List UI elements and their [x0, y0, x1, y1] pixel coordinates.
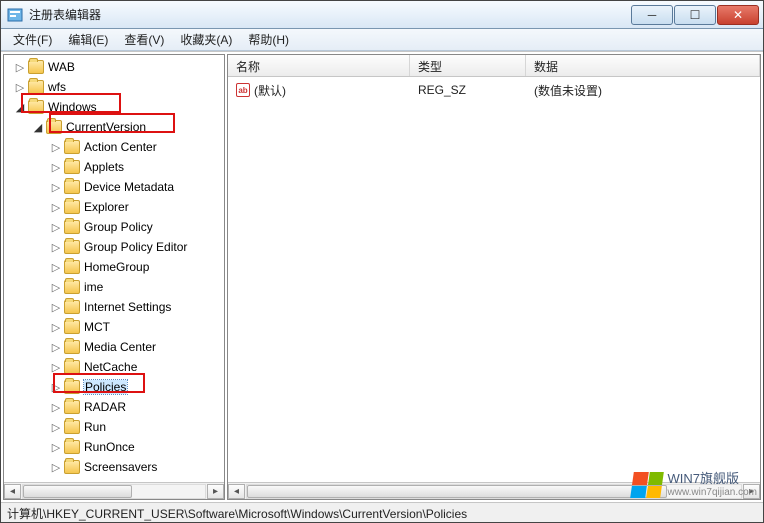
tree-item[interactable]: ▷Device Metadata	[4, 177, 224, 197]
col-header-type[interactable]: 类型	[410, 55, 526, 76]
chevron-right-icon[interactable]: ▷	[50, 361, 62, 373]
tree-item-policies[interactable]: ▷Policies	[4, 377, 224, 397]
value-type: REG_SZ	[410, 83, 526, 97]
watermark: WIN7旗舰版 www.win7qijian.com	[632, 472, 757, 498]
list-columns: 名称 类型 数据	[228, 55, 760, 77]
chevron-down-icon[interactable]: ◢	[32, 121, 44, 133]
folder-icon	[28, 80, 44, 94]
chevron-right-icon[interactable]: ▷	[50, 201, 62, 213]
folder-icon	[28, 60, 44, 74]
chevron-right-icon[interactable]: ▷	[50, 341, 62, 353]
tree-hscrollbar[interactable]: ◂ ▸	[4, 482, 224, 499]
regedit-icon	[7, 7, 23, 23]
chevron-right-icon[interactable]: ▷	[14, 61, 26, 73]
chevron-right-icon[interactable]: ▷	[50, 301, 62, 313]
list-pane: 名称 类型 数据 ab (默认) REG_SZ (数值未设置) ◂ ▸	[227, 54, 761, 500]
scroll-left-icon[interactable]: ◂	[4, 484, 21, 499]
tree-item[interactable]: ▷HomeGroup	[4, 257, 224, 277]
window-title: 注册表编辑器	[29, 6, 631, 23]
close-button[interactable]: ✕	[717, 5, 759, 25]
chevron-right-icon[interactable]: ▷	[50, 261, 62, 273]
folder-icon	[64, 300, 80, 314]
chevron-right-icon[interactable]: ▷	[14, 81, 26, 93]
folder-icon	[64, 400, 80, 414]
folder-icon	[64, 420, 80, 434]
col-header-name[interactable]: 名称	[228, 55, 410, 76]
chevron-right-icon[interactable]: ▷	[50, 321, 62, 333]
tree-item[interactable]: ▷ime	[4, 277, 224, 297]
folder-icon	[64, 180, 80, 194]
chevron-right-icon[interactable]: ▷	[50, 441, 62, 453]
tree-item[interactable]: ▷MCT	[4, 317, 224, 337]
tree-item[interactable]: ▷Media Center	[4, 337, 224, 357]
maximize-button[interactable]: ☐	[674, 5, 716, 25]
chevron-right-icon[interactable]: ▷	[50, 421, 62, 433]
tree-item[interactable]: ▷Explorer	[4, 197, 224, 217]
value-name: (默认)	[254, 82, 286, 99]
value-data: (数值未设置)	[526, 82, 610, 99]
windows-flag-icon	[630, 472, 664, 498]
status-bar: 计算机\HKEY_CURRENT_USER\Software\Microsoft…	[1, 502, 763, 522]
folder-icon	[64, 460, 80, 474]
tree-item[interactable]: ▷RunOnce	[4, 437, 224, 457]
chevron-right-icon[interactable]: ▷	[50, 161, 62, 173]
chevron-down-icon[interactable]: ◢	[14, 101, 26, 113]
tree-item[interactable]: ▷WAB	[4, 57, 224, 77]
folder-icon	[64, 240, 80, 254]
menu-favorites[interactable]: 收藏夹(A)	[172, 29, 240, 50]
chevron-right-icon[interactable]: ▷	[50, 241, 62, 253]
watermark-url: www.win7qijian.com	[668, 487, 757, 498]
chevron-right-icon[interactable]: ▷	[50, 401, 62, 413]
folder-icon	[64, 340, 80, 354]
tree-item[interactable]: ▷Screensavers	[4, 457, 224, 477]
tree-item[interactable]: ▷Group Policy Editor	[4, 237, 224, 257]
col-header-data[interactable]: 数据	[526, 55, 760, 76]
tree-item[interactable]: ▷Action Center	[4, 137, 224, 157]
chevron-right-icon[interactable]: ▷	[50, 221, 62, 233]
folder-icon	[64, 220, 80, 234]
folder-icon	[64, 320, 80, 334]
folder-icon	[64, 280, 80, 294]
tree-item[interactable]: ▷Applets	[4, 157, 224, 177]
list-row[interactable]: ab (默认) REG_SZ (数值未设置)	[228, 81, 760, 99]
reg-string-icon: ab	[236, 83, 250, 97]
menu-help[interactable]: 帮助(H)	[240, 29, 297, 50]
tree-item[interactable]: ▷Internet Settings	[4, 297, 224, 317]
folder-icon	[64, 260, 80, 274]
folder-icon	[28, 100, 44, 114]
folder-icon	[64, 160, 80, 174]
chevron-right-icon[interactable]: ▷	[50, 141, 62, 153]
tree-item[interactable]: ▷RADAR	[4, 397, 224, 417]
tree-item[interactable]: ▷Run	[4, 417, 224, 437]
menu-edit[interactable]: 编辑(E)	[60, 29, 116, 50]
folder-icon	[46, 120, 62, 134]
menu-view[interactable]: 查看(V)	[116, 29, 172, 50]
chevron-right-icon[interactable]: ▷	[50, 461, 62, 473]
menubar: 文件(F) 编辑(E) 查看(V) 收藏夹(A) 帮助(H)	[1, 29, 763, 51]
folder-icon	[64, 140, 80, 154]
tree-item-currentversion[interactable]: ◢CurrentVersion	[4, 117, 224, 137]
chevron-right-icon[interactable]: ▷	[50, 281, 62, 293]
minimize-button[interactable]: ─	[631, 5, 673, 25]
tree-item[interactable]: ▷NetCache	[4, 357, 224, 377]
scroll-left-icon[interactable]: ◂	[228, 484, 245, 499]
tree-item-windows[interactable]: ◢Windows	[4, 97, 224, 117]
scroll-right-icon[interactable]: ▸	[207, 484, 224, 499]
tree-item[interactable]: ▷wfs	[4, 77, 224, 97]
folder-icon	[64, 440, 80, 454]
watermark-label: WIN7旗舰版	[668, 472, 757, 486]
tree-pane: ▷WAB ▷wfs ◢Windows ◢CurrentVersion ▷Acti…	[3, 54, 225, 500]
folder-icon	[64, 200, 80, 214]
menu-file[interactable]: 文件(F)	[5, 29, 60, 50]
status-path: 计算机\HKEY_CURRENT_USER\Software\Microsoft…	[7, 507, 467, 521]
tree-item[interactable]: ▷Group Policy	[4, 217, 224, 237]
folder-icon	[64, 360, 80, 374]
titlebar: 注册表编辑器 ─ ☐ ✕	[1, 1, 763, 29]
chevron-right-icon[interactable]: ▷	[50, 381, 62, 393]
folder-icon	[64, 380, 80, 394]
chevron-right-icon[interactable]: ▷	[50, 181, 62, 193]
